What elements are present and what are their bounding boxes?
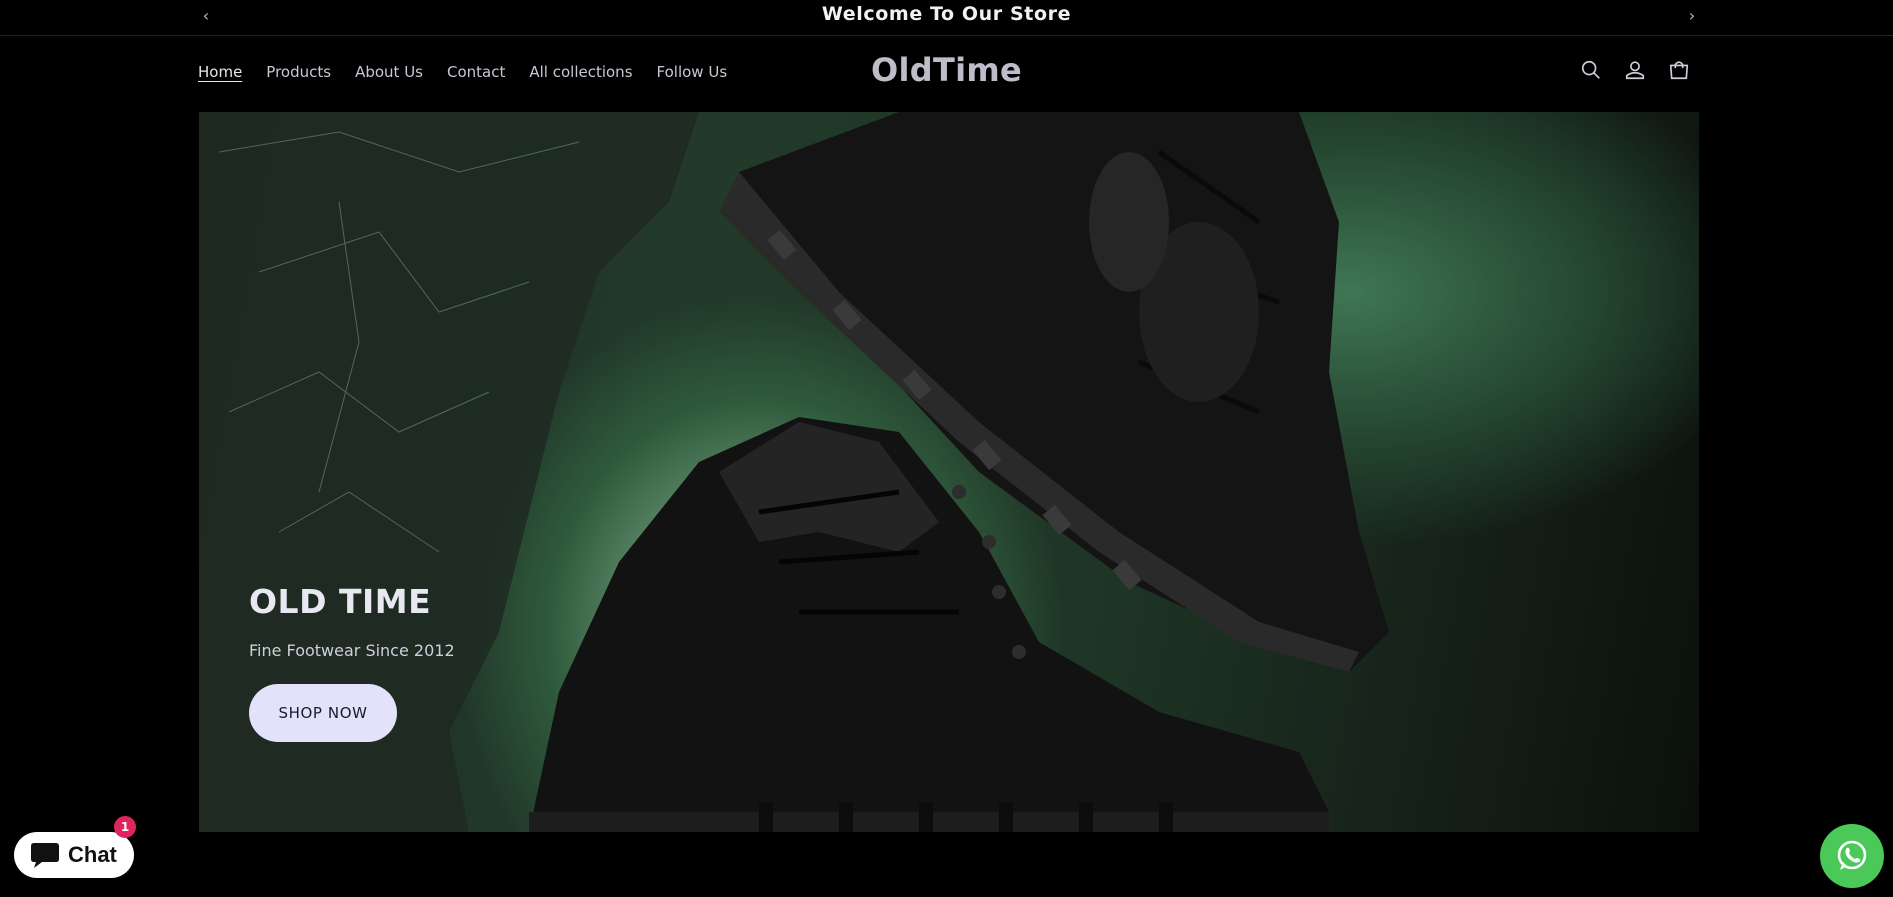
- announcement-bar: ‹ Welcome To Our Store ›: [0, 0, 1893, 36]
- hero-banner: OLD TIME Fine Footwear Since 2012 SHOP N…: [199, 112, 1699, 832]
- chat-notification-badge: 1: [114, 816, 136, 838]
- whatsapp-icon: [1837, 840, 1867, 870]
- chat-button[interactable]: Chat 1: [14, 816, 136, 878]
- hero-title: OLD TIME: [249, 582, 432, 621]
- account-icon[interactable]: [1624, 59, 1646, 81]
- shop-now-button[interactable]: SHOP NOW: [249, 684, 397, 742]
- chat-label: Chat: [68, 842, 117, 867]
- chevron-right-icon[interactable]: ›: [1682, 6, 1702, 26]
- hero-subtitle: Fine Footwear Since 2012: [249, 641, 455, 660]
- cart-icon[interactable]: [1668, 59, 1690, 81]
- whatsapp-button[interactable]: [1820, 824, 1884, 888]
- announcement-text: Welcome To Our Store: [821, 3, 1072, 25]
- hero-content: OLD TIME Fine Footwear Since 2012 SHOP N…: [249, 582, 455, 742]
- chat-bubble-icon: [31, 843, 59, 868]
- header-icons: [1580, 59, 1690, 81]
- search-icon[interactable]: [1580, 59, 1602, 81]
- site-header: Home Products About Us Contact All colle…: [0, 37, 1893, 111]
